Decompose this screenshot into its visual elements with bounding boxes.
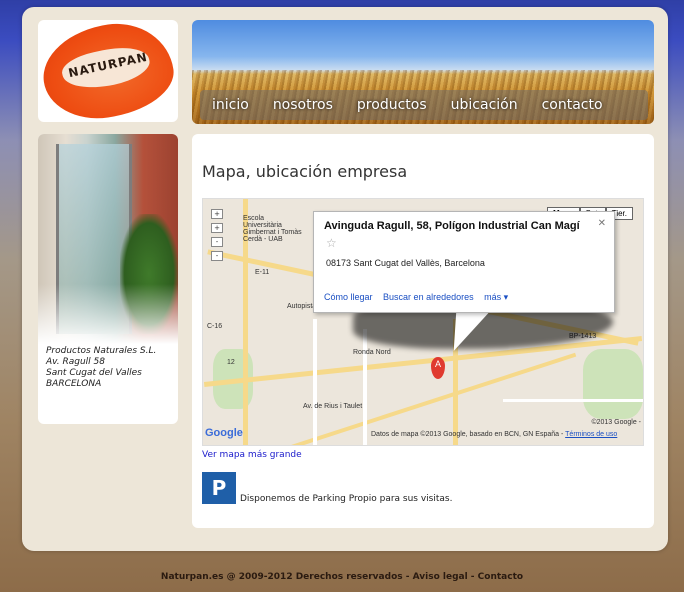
map-label: Autopista [287, 303, 317, 310]
zoom-out-icon[interactable]: - [211, 251, 223, 261]
terms-link[interactable]: Términos de uso [565, 431, 617, 438]
map-copyright: ©2013 Google - [591, 419, 641, 426]
info-window-links: Cómo llegar Buscar en alrededores más ▾ [324, 292, 516, 303]
page-title: Mapa, ubicación empresa [202, 162, 408, 181]
nav-productos[interactable]: productos [357, 97, 427, 113]
pan-control-icon[interactable]: + [211, 209, 223, 219]
info-window-address: 08173 Sant Cugat del Vallès, Barcelona [326, 258, 485, 268]
zoom-in-icon[interactable]: + [211, 223, 223, 233]
map-label: Av. de Rius i Taulet [303, 403, 363, 410]
company-address: Productos Naturales S.L. Av. Ragull 58 S… [46, 346, 176, 390]
map-marker-icon[interactable]: A [431, 357, 445, 379]
map-green-area [583, 349, 643, 419]
map-info-window: Avinguda Ragull, 58, Polígon Industrial … [313, 211, 615, 313]
sidebar: Productos Naturales S.L. Av. Ragull 58 S… [38, 134, 178, 424]
info-window-title: Avinguda Ragull, 58, Polígon Industrial … [324, 220, 580, 232]
address-line: Sant Cugat del Valles [46, 368, 142, 378]
nav-nosotros[interactable]: nosotros [273, 97, 333, 113]
map-label: 12 [227, 359, 235, 366]
more-link[interactable]: más ▾ [484, 292, 508, 302]
bigger-map-link[interactable]: Ver mapa más grande [202, 450, 302, 460]
building-photo [38, 134, 178, 344]
map-label: Ronda Nord [353, 349, 391, 356]
directions-link[interactable]: Cómo llegar [324, 292, 373, 302]
nav-contacto[interactable]: contacto [542, 97, 603, 113]
map-label: C-16 [207, 323, 223, 330]
zoom-level-icon[interactable]: - [211, 237, 223, 247]
map-zoom-control: + + - - [211, 209, 231, 265]
photo-fade [38, 284, 178, 344]
site-footer: Naturpan.es @ 2009-2012 Derechos reserva… [160, 572, 524, 582]
map-road [363, 329, 367, 445]
nav-ubicacion[interactable]: ubicación [451, 97, 518, 113]
map-footer: Datos de mapa ©2013 Google, basado en BC… [371, 431, 617, 438]
map-label: Escola Universitària Gimbernat i Tomàs C… [243, 215, 302, 243]
google-map[interactable]: Escola Universitària Gimbernat i Tomàs C… [202, 198, 644, 446]
google-logo[interactable]: Google [205, 427, 243, 439]
main-content: Mapa, ubicación empresa Escola Universit… [192, 134, 654, 528]
address-line: Av. Ragull 58 [46, 357, 105, 367]
close-icon[interactable]: ✕ [598, 218, 606, 229]
parking-text: Disponemos de Parking Propio para sus vi… [240, 494, 453, 504]
address-line: BARCELONA [46, 379, 102, 389]
search-nearby-link[interactable]: Buscar en alrededores [383, 292, 474, 302]
parking-icon: P [202, 472, 236, 504]
map-data-credit: Datos de mapa ©2013 Google, basado en BC… [371, 431, 564, 438]
nav-inicio[interactable]: inicio [212, 97, 249, 113]
map-label: E-11 [255, 269, 270, 276]
map-road [503, 399, 643, 402]
logo[interactable]: NATURPAN [38, 20, 178, 122]
map-road [313, 319, 317, 445]
main-nav: inicio nosotros productos ubicación cont… [200, 90, 648, 120]
address-line: Productos Naturales S.L. [46, 346, 157, 356]
star-icon[interactable]: ☆ [326, 236, 337, 250]
